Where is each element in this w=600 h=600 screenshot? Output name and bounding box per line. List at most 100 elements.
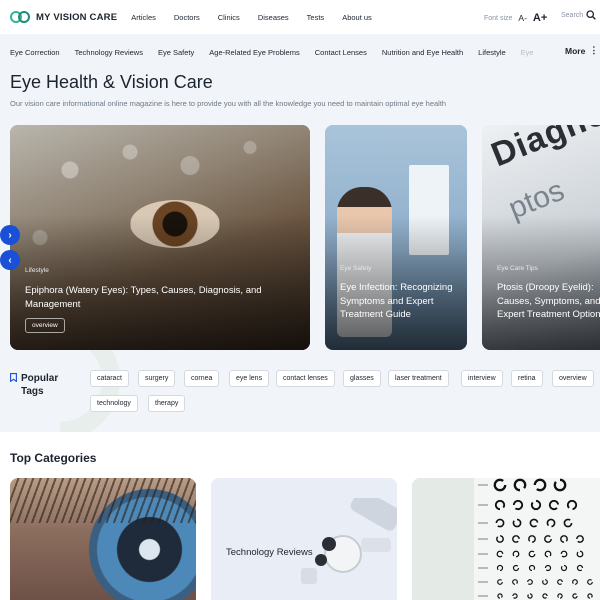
landolt-ring [544,535,552,543]
landolt-ring [494,499,506,511]
landolt-ring [572,579,578,585]
site-logo[interactable]: MY VISION CARE [10,10,117,24]
landolt-ring [493,478,507,492]
card-tag-chip[interactable]: overview [25,318,65,333]
tag-pill[interactable]: retina [511,370,543,387]
landolt-ring [544,564,552,572]
nav-diseases[interactable]: Diseases [258,13,289,22]
featured-card-epiphora[interactable]: Lifestyle Epiphora (Watery Eyes): Types,… [10,125,310,350]
landolt-ring [587,579,593,585]
nav-articles[interactable]: Articles [131,13,156,22]
landolt-ring [528,564,536,572]
landolt-ring [527,579,533,585]
card-category-tag[interactable]: Eye Safety [340,265,371,272]
category-eye-partial[interactable]: Eye [521,48,534,57]
landolt-ring [512,579,518,585]
search-label[interactable]: Search [561,12,583,19]
landolt-ring [495,518,505,528]
landolt-ring [557,579,563,585]
card-category-tag[interactable]: Lifestyle [25,267,49,274]
tag-pill[interactable]: glasses [343,370,381,387]
featured-card-eye-infection[interactable]: Eye Safety Eye Infection: Recognizing Sy… [325,125,467,350]
landolt-ring [576,550,584,558]
tag-pill[interactable]: interview [461,370,503,387]
more-categories-button[interactable]: More ⋮⋮ [560,45,600,56]
more-label: More [565,45,586,56]
chart-row-label [478,581,488,583]
more-dots-icon: ⋮⋮ [589,45,600,55]
category-card-eye-chart[interactable] [412,478,600,600]
landolt-ring [563,518,573,528]
landolt-ring [544,550,552,558]
category-technology-reviews[interactable]: Technology Reviews [75,48,143,57]
chevron-right-icon: › [8,229,12,241]
landolt-ring [529,518,539,528]
chart-row-label [478,553,488,555]
landolt-ring [528,535,536,543]
nav-tests[interactable]: Tests [307,13,325,22]
card-title[interactable]: Epiphora (Watery Eyes): Types, Causes, D… [25,284,295,311]
landolt-ring [542,593,548,599]
landolt-ring [560,535,568,543]
logo-icon [10,10,30,24]
nav-doctors[interactable]: Doctors [174,13,200,22]
tag-pill[interactable]: surgery [138,370,176,387]
landolt-ring [542,579,548,585]
landolt-ring [553,478,567,492]
landolt-ring [530,499,542,511]
carousel-next-button[interactable]: › [0,225,20,245]
tag-pill[interactable]: cornea [184,370,220,387]
font-decrease-button[interactable]: A- [518,13,527,23]
category-age-related[interactable]: Age-Related Eye Problems [209,48,299,57]
top-categories-title: Top Categories [10,451,97,465]
landolt-ring [513,478,527,492]
chevron-left-icon: ‹ [8,254,12,266]
category-nutrition[interactable]: Nutrition and Eye Health [382,48,463,57]
category-lifestyle[interactable]: Lifestyle [478,48,506,57]
tag-pill[interactable]: technology [90,395,138,412]
tag-pill[interactable]: therapy [148,395,186,412]
font-increase-button[interactable]: A+ [533,12,547,24]
landolt-ring [512,535,520,543]
chart-row-label [478,595,488,597]
tag-pill[interactable]: contact lenses [276,370,335,387]
eye-chart-image [478,478,593,599]
popular-tags-heading: Popular Tags [10,372,81,398]
search-icon[interactable] [586,10,596,20]
page-title: Eye Health & Vision Care [10,72,213,92]
card-title[interactable]: Ptosis (Droopy Eyelid): Causes, Symptoms… [497,281,600,322]
nav-clinics[interactable]: Clinics [218,13,240,22]
landolt-ring [528,550,536,558]
chart-row-label [478,484,488,486]
tag-pill[interactable]: laser treatment [388,370,449,387]
landolt-ring [576,564,584,572]
chart-row-label [478,538,488,540]
chart-row-label [478,522,488,524]
tag-pill[interactable]: cataract [90,370,129,387]
category-card-technology-reviews[interactable]: Technology Reviews [211,478,397,600]
landolt-ring [566,499,578,511]
card-title[interactable]: Eye Infection: Recognizing Symptoms and … [340,281,465,322]
landolt-ring [557,593,563,599]
tag-pill[interactable]: eye lens [229,370,270,387]
landolt-ring [546,518,556,528]
carousel-prev-button[interactable]: ‹ [0,250,20,270]
category-contact-lenses[interactable]: Contact Lenses [315,48,367,57]
landolt-ring [560,550,568,558]
tag-pill[interactable]: overview [552,370,594,387]
card-category-tag[interactable]: Eye Care Tips [497,265,538,272]
nav-about[interactable]: About us [342,13,372,22]
landolt-ring [497,579,503,585]
landolt-ring [527,593,533,599]
popular-tags-label: Popular Tags [21,373,59,397]
landolt-ring [512,518,522,528]
font-size-control: Font size A- A+ [484,12,547,24]
category-eye-correction[interactable]: Eye Correction [10,48,60,57]
landolt-ring [548,499,560,511]
category-bar: Eye Correction Technology Reviews Eye Sa… [0,40,600,64]
landolt-ring [497,593,503,599]
category-card-eye-closeup[interactable] [10,478,196,600]
page-subtitle: Our vision care informational online mag… [10,99,447,108]
featured-card-ptosis[interactable]: Diagno ptos Eye Care Tips Ptosis (Droopy… [482,125,600,350]
category-eye-safety[interactable]: Eye Safety [158,48,194,57]
